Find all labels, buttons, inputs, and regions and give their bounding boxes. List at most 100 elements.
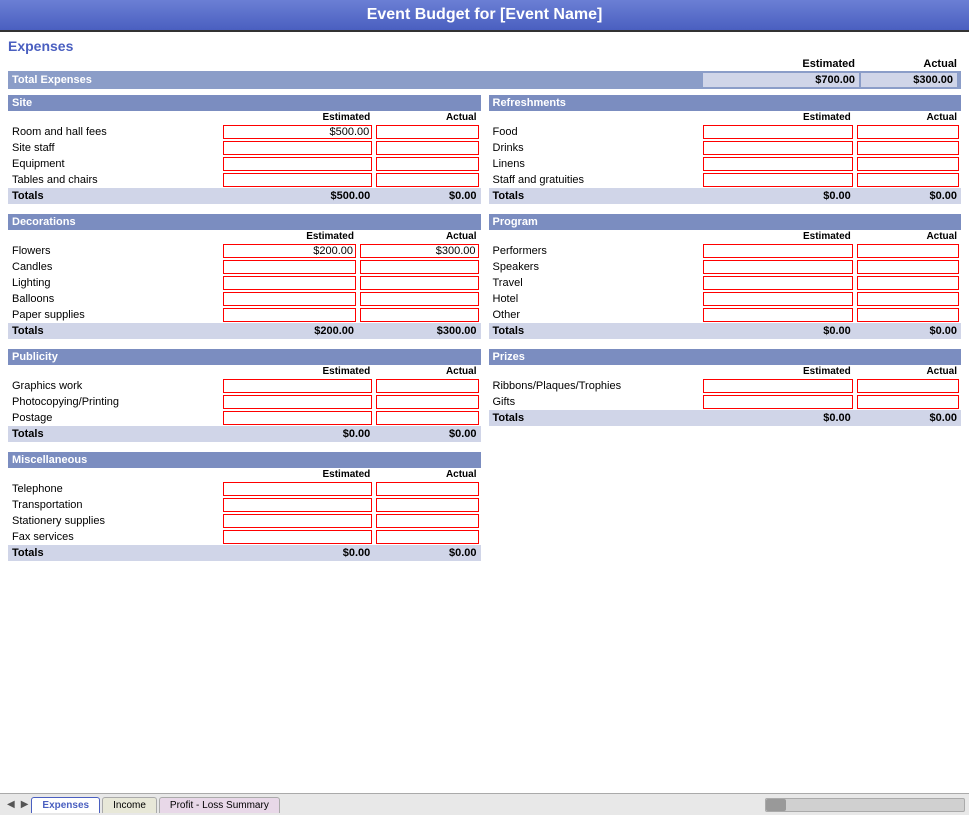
program-row-4-estimated[interactable] <box>703 308 853 322</box>
program-row-0-actual[interactable] <box>857 244 959 258</box>
refreshments-header: Refreshments <box>489 95 962 111</box>
publicity-actual-col-header: Actual <box>374 365 480 378</box>
site-row-2-actual[interactable] <box>376 157 478 171</box>
miscellaneous-row-0-actual[interactable] <box>376 482 478 496</box>
program-row-3-estimated[interactable] <box>703 292 853 306</box>
publicity-estimated-col-header: Estimated <box>221 365 375 378</box>
program-row-2-actual[interactable] <box>857 276 959 290</box>
site-col-headers: EstimatedActual <box>8 111 481 124</box>
total-expenses-estimated: $700.00 <box>703 73 859 87</box>
site-row-2-estimated[interactable] <box>223 157 373 171</box>
decorations-row-1-estimated[interactable] <box>223 260 356 274</box>
tables-layout: SiteEstimatedActualRoom and hall fees$50… <box>8 95 961 571</box>
program-row-0-estimated[interactable] <box>703 244 853 258</box>
publicity-row-1: Photocopying/Printing <box>8 394 481 410</box>
decorations-row-0-actual[interactable]: $300.00 <box>360 244 479 258</box>
publicity-row-2-estimated[interactable] <box>223 411 373 425</box>
publicity-row-0-actual[interactable] <box>376 379 478 393</box>
global-estimated-header: Estimated <box>701 58 861 70</box>
prizes-row-1-estimated[interactable] <box>703 395 853 409</box>
site-row-0-label: Room and hall fees <box>8 124 221 140</box>
prizes-row-1-actual[interactable] <box>857 395 959 409</box>
decorations-row-0: Flowers$200.00$300.00 <box>8 243 481 259</box>
program-row-2: Travel <box>489 275 962 291</box>
site-totals-estimated: $500.00 <box>221 188 375 204</box>
decorations-row-2: Lighting <box>8 275 481 291</box>
site-row-1: Site staff <box>8 140 481 156</box>
decorations-row-3-estimated[interactable] <box>223 292 356 306</box>
publicity-totals-actual: $0.00 <box>374 426 480 442</box>
prizes-row-0-actual[interactable] <box>857 379 959 393</box>
refreshments-row-2-estimated[interactable] <box>703 157 853 171</box>
miscellaneous-row-0-estimated[interactable] <box>223 482 373 496</box>
decorations-row-4-estimated[interactable] <box>223 308 356 322</box>
miscellaneous-row-1-actual[interactable] <box>376 498 478 512</box>
refreshments-row-1-estimated[interactable] <box>703 141 853 155</box>
refreshments-row-3-actual[interactable] <box>857 173 959 187</box>
title-bar: Event Budget for [Event Name] <box>0 0 969 32</box>
left-tables-col: SiteEstimatedActualRoom and hall fees$50… <box>8 95 481 571</box>
tab-expenses[interactable]: Expenses <box>31 797 100 813</box>
site-row-1-estimated[interactable] <box>223 141 373 155</box>
miscellaneous-row-1-label: Transportation <box>8 497 221 513</box>
tab-next-btn[interactable]: ▶ <box>18 799 32 810</box>
miscellaneous-row-2-actual[interactable] <box>376 514 478 528</box>
decorations-row-2-estimated[interactable] <box>223 276 356 290</box>
publicity-row-0-estimated[interactable] <box>223 379 373 393</box>
decorations-estimated-col-header: Estimated <box>221 230 358 243</box>
miscellaneous-row-1-estimated[interactable] <box>223 498 373 512</box>
prizes-row-0-estimated[interactable] <box>703 379 853 393</box>
main-content: Expenses Estimated Actual Total Expenses… <box>0 32 969 577</box>
table-miscellaneous: MiscellaneousEstimatedActualTelephoneTra… <box>8 452 481 561</box>
site-row-3-label: Tables and chairs <box>8 172 221 188</box>
decorations-row-2-actual[interactable] <box>360 276 479 290</box>
global-actual-header: Actual <box>861 58 961 70</box>
publicity-row-2-actual[interactable] <box>376 411 478 425</box>
site-row-3-estimated[interactable] <box>223 173 373 187</box>
refreshments-row-0-estimated[interactable] <box>703 125 853 139</box>
decorations-row-3: Balloons <box>8 291 481 307</box>
decorations-totals-actual: $300.00 <box>358 323 481 339</box>
tab-profit-loss[interactable]: Profit - Loss Summary <box>159 797 280 813</box>
prizes-header: Prizes <box>489 349 962 365</box>
publicity-col-headers: EstimatedActual <box>8 365 481 378</box>
miscellaneous-row-2-estimated[interactable] <box>223 514 373 528</box>
program-row-2-estimated[interactable] <box>703 276 853 290</box>
refreshments-row-1-actual[interactable] <box>857 141 959 155</box>
refreshments-row-2-actual[interactable] <box>857 157 959 171</box>
publicity-row-1-label: Photocopying/Printing <box>8 394 221 410</box>
miscellaneous-row-2: Stationery supplies <box>8 513 481 529</box>
site-row-3-actual[interactable] <box>376 173 478 187</box>
tab-income[interactable]: Income <box>102 797 157 813</box>
site-row-0-estimated[interactable]: $500.00 <box>223 125 373 139</box>
horizontal-scrollbar[interactable] <box>765 798 965 812</box>
refreshments-row-1: Drinks <box>489 140 962 156</box>
decorations-header: Decorations <box>8 214 481 230</box>
site-row-0: Room and hall fees$500.00 <box>8 124 481 140</box>
program-row-1: Speakers <box>489 259 962 275</box>
decorations-row-3-actual[interactable] <box>360 292 479 306</box>
program-row-1-estimated[interactable] <box>703 260 853 274</box>
program-row-3-actual[interactable] <box>857 292 959 306</box>
miscellaneous-row-3-estimated[interactable] <box>223 530 373 544</box>
decorations-row-1-actual[interactable] <box>360 260 479 274</box>
site-row-0-actual[interactable] <box>376 125 478 139</box>
site-row-1-actual[interactable] <box>376 141 478 155</box>
right-tables-col: RefreshmentsEstimatedActualFoodDrinksLin… <box>489 95 962 571</box>
publicity-row-1-actual[interactable] <box>376 395 478 409</box>
decorations-row-4-label: Paper supplies <box>8 307 221 323</box>
decorations-totals-estimated: $200.00 <box>221 323 358 339</box>
decorations-totals-label: Totals <box>8 323 221 339</box>
tab-prev-btn[interactable]: ◀ <box>4 799 18 810</box>
program-row-1-actual[interactable] <box>857 260 959 274</box>
miscellaneous-row-3-actual[interactable] <box>376 530 478 544</box>
decorations-row-4-actual[interactable] <box>360 308 479 322</box>
refreshments-estimated-col-header: Estimated <box>701 111 855 124</box>
refreshments-row-3-estimated[interactable] <box>703 173 853 187</box>
refreshments-row-0-actual[interactable] <box>857 125 959 139</box>
publicity-row-1-estimated[interactable] <box>223 395 373 409</box>
publicity-totals-estimated: $0.00 <box>221 426 375 442</box>
program-row-4-actual[interactable] <box>857 308 959 322</box>
decorations-row-0-estimated[interactable]: $200.00 <box>223 244 356 258</box>
miscellaneous-row-0: Telephone <box>8 481 481 497</box>
